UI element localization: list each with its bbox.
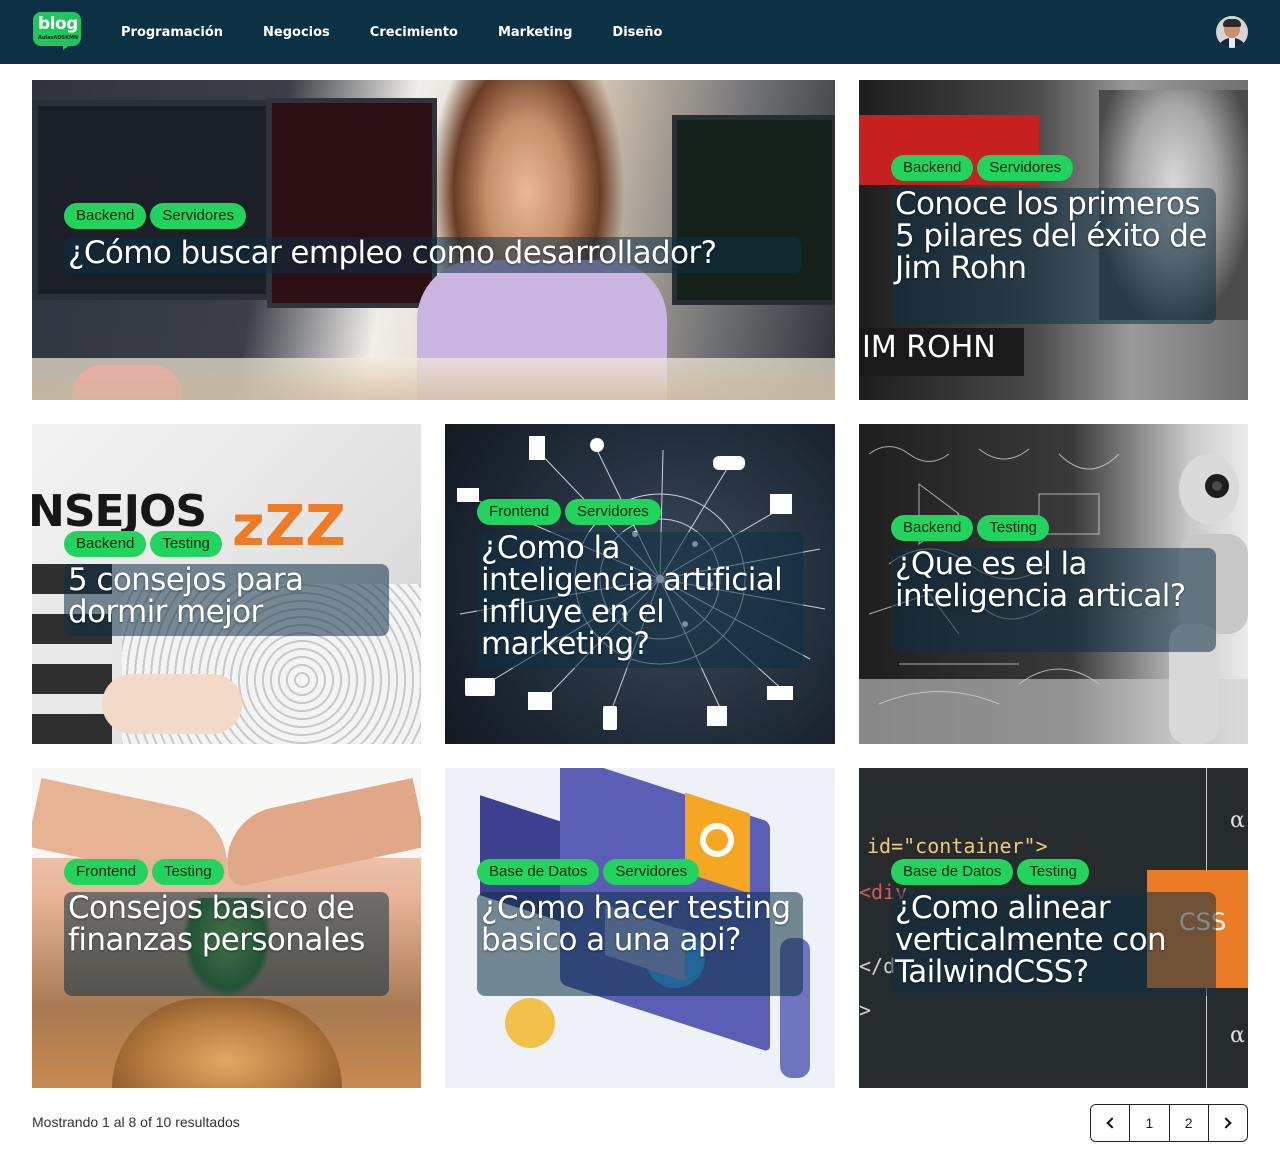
tag-list: Frontend Servidores [477,499,661,525]
title-overlay: Conoce los primeros 5 pilares del éxito … [891,188,1216,324]
image-caption: NSEJOS [32,486,207,537]
title-overlay: ¿Que es el la inteligencia artical? [891,548,1216,652]
main-nav: Programación Negocios Crecimiento Market… [121,0,662,64]
nav-negocios[interactable]: Negocios [263,25,330,40]
post-card-6[interactable]: Frontend Testing Consejos basico de fina… [32,768,421,1088]
tag[interactable]: Testing [1017,859,1089,885]
chevron-right-icon [1220,1117,1233,1129]
logo-text: blog [38,14,78,34]
title-overlay: ¿Como la inteligencia artificial influye… [477,532,803,668]
post-card-3[interactable]: NSEJOS zZZ Backend Testing 5 consejos pa… [32,424,421,744]
post-title[interactable]: ¿Como la inteligencia artificial influye… [481,532,799,660]
nav-marketing[interactable]: Marketing [498,25,572,40]
post-title[interactable]: ¿Como hacer testing basico a una api? [481,892,799,956]
tag-list: Frontend Testing [64,859,224,885]
title-overlay: Consejos basico de finanzas personales [64,892,389,996]
post-title[interactable]: 5 consejos para dormir mejor [68,564,385,628]
tag-list: Backend Testing [64,531,222,557]
chevron-left-icon [1105,1117,1118,1129]
code-snippet: id="container"> [867,834,1048,858]
pagination: 1 2 [1090,1104,1248,1142]
post-title[interactable]: ¿Como alinear verticalmente con Tailwind… [895,892,1212,988]
tag[interactable]: Servidores [150,203,247,229]
tag-list: Backend Servidores [891,155,1074,181]
tag[interactable]: Frontend [477,499,562,525]
post-card-7[interactable]: Base de Datos Servidores ¿Como hacer tes… [445,768,835,1088]
top-navbar: blog AulasADSKMN Programación Negocios C… [0,0,1280,64]
title-overlay: 5 consejos para dormir mejor [64,564,389,636]
tag[interactable]: Backend [891,515,974,541]
page-1-button[interactable]: 1 [1129,1105,1169,1141]
tag[interactable]: Backend [64,531,147,557]
tag[interactable]: Testing [150,531,222,557]
title-overlay: ¿Como alinear verticalmente con Tailwind… [891,892,1216,996]
tag[interactable]: Base de Datos [891,859,1014,885]
results-summary: Mostrando 1 al 8 of 10 resultados [32,1114,240,1130]
nav-crecimiento[interactable]: Crecimiento [370,25,458,40]
tag-list: Base de Datos Servidores [477,859,700,885]
tag[interactable]: Backend [891,155,974,181]
post-card-1[interactable]: Backend Servidores ¿Cómo buscar empleo c… [32,80,835,400]
post-title[interactable]: Conoce los primeros 5 pilares del éxito … [895,188,1212,284]
tag-list: Backend Testing [891,515,1049,541]
tag-list: Backend Servidores [64,203,247,229]
nav-diseno[interactable]: Diseño [612,25,662,40]
post-card-4[interactable]: Frontend Servidores ¿Como la inteligenci… [445,424,835,744]
tag[interactable]: Testing [152,859,224,885]
tag-list: Base de Datos Testing [891,859,1089,885]
tag[interactable]: Servidores [603,859,700,885]
tag[interactable]: Backend [64,203,147,229]
image-caption: IM ROHN [862,330,996,365]
tag[interactable]: Base de Datos [477,859,600,885]
post-title[interactable]: Consejos basico de finanzas personales [68,892,385,956]
post-title[interactable]: ¿Cómo buscar empleo como desarrollador? [68,237,798,269]
nav-programacion[interactable]: Programación [121,25,223,40]
post-title[interactable]: ¿Que es el la inteligencia artical? [895,548,1212,612]
next-page-button[interactable] [1207,1105,1247,1141]
user-avatar[interactable] [1216,16,1248,48]
post-card-5[interactable]: Backend Testing ¿Que es el la inteligenc… [859,424,1248,744]
tag[interactable]: Servidores [565,499,661,525]
title-overlay: ¿Cómo buscar empleo como desarrollador? [64,237,802,273]
post-card-8[interactable]: id="container"> <div </d > CSS α α Base … [859,768,1248,1088]
title-overlay: ¿Como hacer testing basico a una api? [477,892,803,996]
tag[interactable]: Frontend [64,859,149,885]
prev-page-button[interactable] [1091,1105,1130,1141]
logo-subtext: AulasADSKMN [38,35,79,41]
blog-logo[interactable]: blog AulasADSKMN [33,12,83,52]
tag[interactable]: Servidores [977,155,1074,181]
post-card-2[interactable]: IM ROHN Backend Servidores Conoce los pr… [859,80,1248,400]
page-2-button[interactable]: 2 [1168,1105,1208,1141]
tag[interactable]: Testing [977,515,1049,541]
